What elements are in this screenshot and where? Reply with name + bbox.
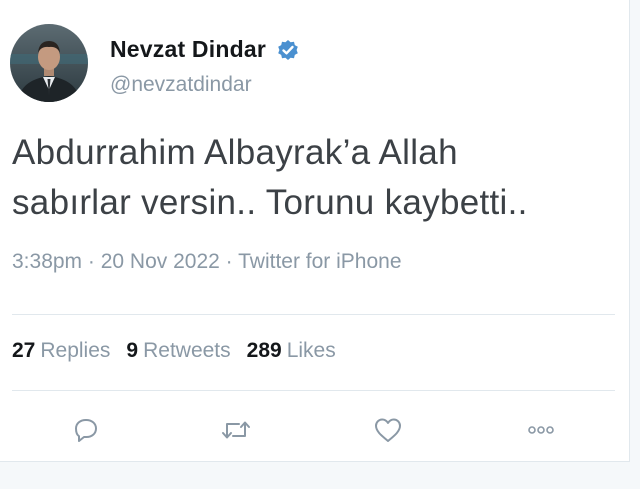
tweet-date[interactable]: 20 Nov 2022 [101, 250, 220, 273]
like-button[interactable] [366, 408, 410, 452]
meta-separator: · [82, 250, 101, 273]
avatar[interactable] [10, 24, 88, 102]
tweet-meta: 3:38pm · 20 Nov 2022 · Twitter for iPhon… [12, 250, 402, 274]
reply-button[interactable] [64, 408, 108, 452]
display-name-row: Nevzat Dindar [110, 36, 300, 63]
retweets-label: Retweets [143, 339, 231, 362]
divider [12, 390, 615, 391]
more-button[interactable] [519, 408, 563, 452]
user-handle[interactable]: @nevzatdindar [110, 73, 300, 97]
more-icon [528, 426, 554, 434]
retweet-icon [222, 421, 250, 439]
replies-count: 27 [12, 339, 36, 362]
tweet-source: Twitter for iPhone [238, 250, 402, 273]
likes-count: 289 [246, 339, 282, 362]
user-names: Nevzat Dindar @nevzatdindar [110, 36, 300, 97]
verified-badge-icon [276, 38, 300, 62]
replies-stat[interactable]: 27 Replies [12, 339, 126, 362]
tweet-text-line: Abdurrahim Albayrak’a Allah [12, 133, 458, 172]
reply-icon [75, 419, 97, 442]
tweet-stats: 27 Replies 9 Retweets 289 Likes [12, 339, 352, 363]
likes-label: Likes [286, 339, 336, 362]
profile-photo-icon [10, 24, 88, 102]
divider [12, 314, 615, 315]
retweet-button[interactable] [214, 408, 258, 452]
replies-label: Replies [40, 339, 111, 362]
tweet-header: Nevzat Dindar @nevzatdindar [10, 24, 300, 104]
retweets-count: 9 [126, 339, 139, 362]
tweet-text-line: sabırlar versin.. Torunu kaybetti.. [12, 183, 528, 222]
likes-stat[interactable]: 289 Likes [247, 339, 352, 362]
display-name[interactable]: Nevzat Dindar [110, 36, 266, 63]
tweet-time[interactable]: 3:38pm [12, 250, 82, 273]
heart-icon [375, 418, 401, 442]
tweet-actions [0, 408, 630, 452]
tweet-card: Nevzat Dindar @nevzatdindar Abdurrahim A… [0, 0, 630, 462]
meta-separator: · [219, 250, 239, 273]
tweet-text: Abdurrahim Albayrak’a Allah sabırlar ver… [12, 128, 612, 228]
retweets-stat[interactable]: 9 Retweets [126, 339, 246, 362]
